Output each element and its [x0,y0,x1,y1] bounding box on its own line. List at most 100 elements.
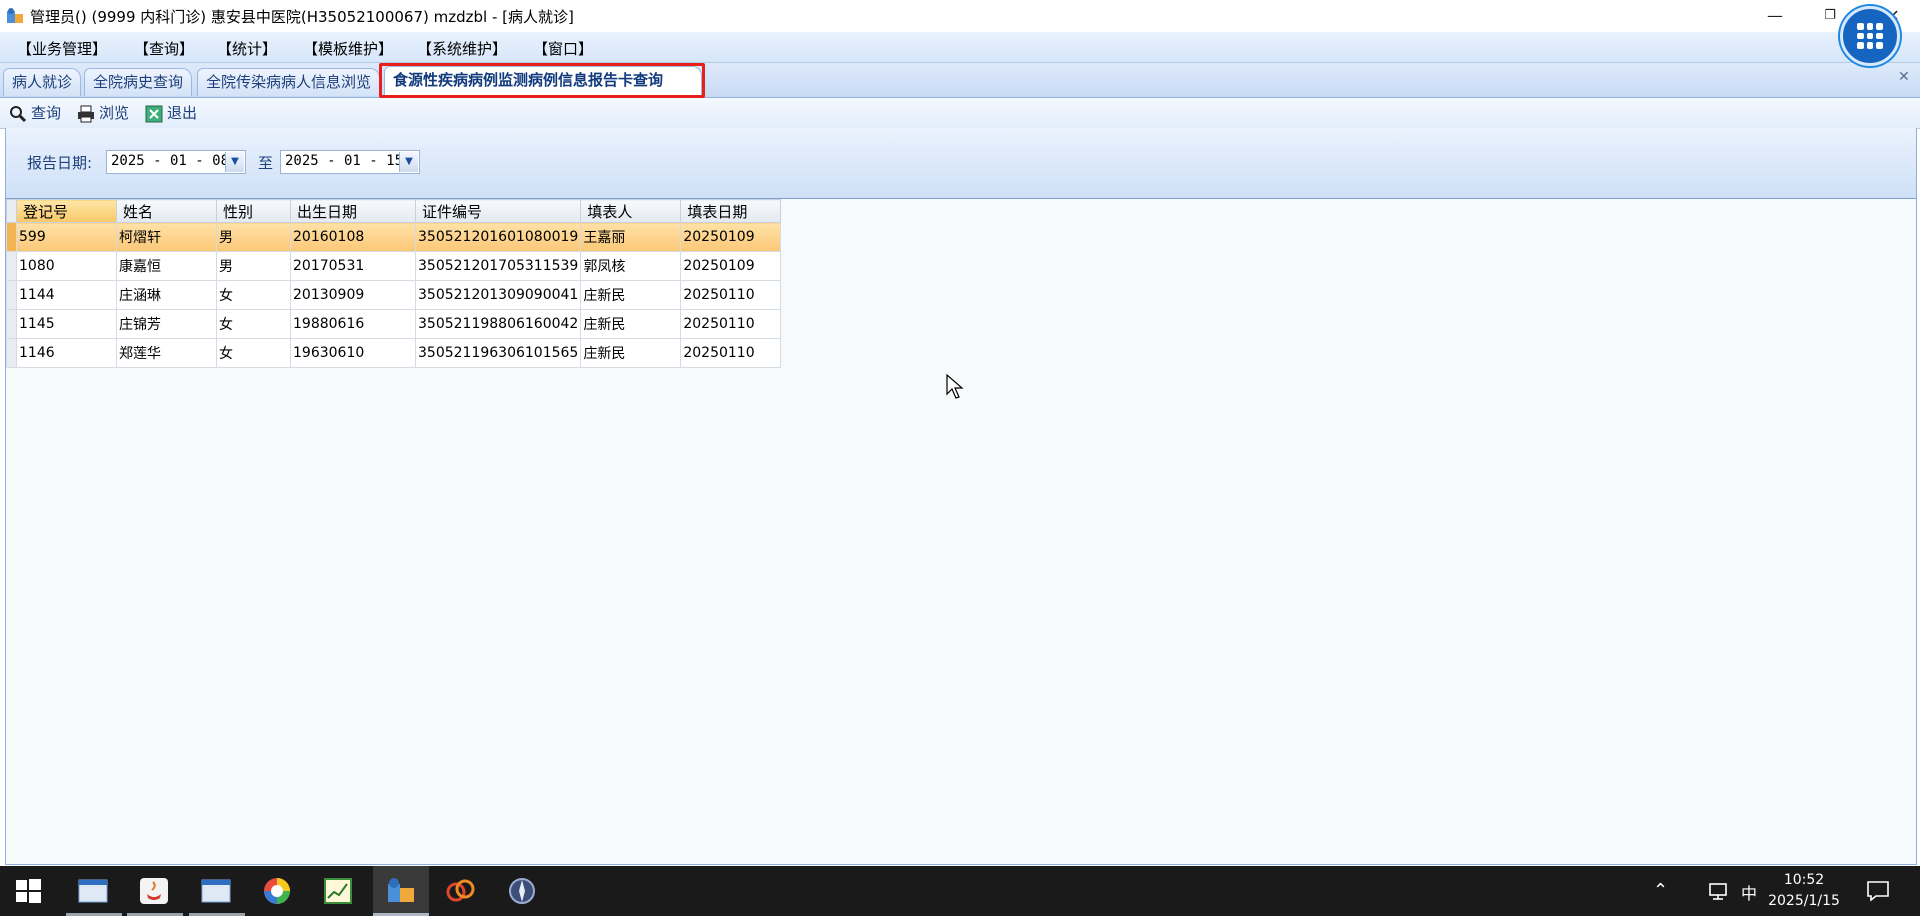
cell-id-no[interactable]: 350521198806160042 [414,309,582,339]
ime-indicator[interactable]: 中 [1741,880,1757,904]
table-row[interactable]: 1080 康嘉恒 男 20170531 350521201705311539 郭… [6,251,782,281]
clock[interactable]: 10:52 2025/1/15 [1766,870,1842,912]
cell-birth[interactable]: 20160108 [290,222,416,252]
app-window-icon[interactable] [77,876,109,906]
cell-reg-no[interactable]: 1144 [16,280,117,310]
menu-business[interactable]: 【业务管理】 [17,38,107,59]
tab-patient-visit[interactable]: 病人就诊 [3,68,82,96]
tab-infectious-browse[interactable]: 全院传染病病人信息浏览 [197,68,381,96]
app-launcher-button[interactable] [1840,6,1900,66]
cell-sex[interactable]: 男 [216,251,291,281]
cell-fill-date[interactable]: 20250110 [680,338,782,368]
magnifier-icon [10,105,27,122]
mouse-cursor-icon [946,374,964,399]
tab-bar: 病人就诊 全院病史查询 全院传染病病人信息浏览 食源性疾病病例监测病例信息报告卡… [0,63,1920,148]
cell-id-no[interactable]: 350521201705311539 [414,251,582,281]
to-label: 至 [258,154,274,172]
window-title: 管理员() (9999 内科门诊) 惠安县中医院(H35052100067) m… [30,8,574,26]
date-from-value: 2025 - 01 - 08 [111,153,230,169]
col-filler[interactable]: 填表人 [580,199,682,223]
cell-fill-date[interactable]: 20250109 [680,251,782,281]
cell-birth[interactable]: 20170531 [290,251,416,281]
report-date-label: 报告日期: [27,154,93,172]
cell-name[interactable]: 康嘉恒 [116,251,217,281]
table-header: 登记号 姓名 性别 出生日期 证件编号 填表人 填表日期 [6,199,782,223]
cell-fill-date[interactable]: 20250110 [680,280,782,310]
browse-button[interactable]: 浏览 [77,102,129,124]
notification-icon[interactable] [1866,880,1890,902]
compass-app-icon[interactable] [506,876,538,906]
date-from-picker[interactable]: 2025 - 01 - 08 ▼ [106,150,246,174]
cell-filler[interactable]: 郭凤核 [580,251,682,281]
cell-id-no[interactable]: 350521201309090041 [414,280,582,310]
cell-filler[interactable]: 王嘉丽 [580,222,682,252]
cell-fill-date[interactable]: 20250109 [680,222,782,252]
cell-reg-no[interactable]: 599 [16,222,117,252]
col-sex[interactable]: 性别 [216,199,291,223]
tab-close-icon[interactable]: ✕ [1898,69,1910,85]
table-row[interactable]: 1146 郑莲华 女 19630610 350521196306101565 庄… [6,338,782,368]
row-indicator [6,222,17,252]
cell-filler[interactable]: 庄新民 [580,338,682,368]
grid-icon [1857,23,1883,49]
title-bar: 管理员() (9999 内科门诊) 惠安县中医院(H35052100067) m… [0,0,1920,32]
toolbar: 查询 浏览 退出 [0,98,1920,129]
menu-template[interactable]: 【模板维护】 [303,38,393,59]
cell-name[interactable]: 柯熠轩 [116,222,217,252]
cell-sex[interactable]: 男 [216,222,291,252]
cell-filler[interactable]: 庄新民 [580,280,682,310]
col-id-no[interactable]: 证件编号 [414,199,582,223]
minimize-button[interactable]: — [1760,4,1790,28]
cell-birth[interactable]: 20130909 [290,280,416,310]
col-name[interactable]: 姓名 [116,199,217,223]
app-window-icon[interactable] [200,876,232,906]
taskbar: ⌃ 中 10:52 2025/1/15 [0,866,1920,916]
restore-button[interactable]: ❐ [1815,4,1845,28]
circles-app-icon[interactable] [445,876,477,906]
exit-button[interactable]: 退出 [145,102,197,124]
cell-name[interactable]: 庄涵琳 [116,280,217,310]
cell-sex[interactable]: 女 [216,280,291,310]
menu-window[interactable]: 【窗口】 [533,38,593,59]
tab-history-query[interactable]: 全院病史查询 [84,68,193,96]
clock-date: 2025/1/15 [1768,893,1840,909]
cell-reg-no[interactable]: 1080 [16,251,117,281]
chevron-down-icon[interactable]: ▼ [225,152,244,172]
cell-id-no[interactable]: 350521196306101565 [414,338,582,368]
col-reg-no[interactable]: 登记号 [16,199,117,223]
row-indicator [6,338,17,368]
printer-icon [78,105,94,122]
show-hidden-icons-icon[interactable]: ⌃ [1653,880,1668,901]
menu-system[interactable]: 【系统维护】 [417,38,507,59]
java-app-icon[interactable] [138,876,170,906]
cell-birth[interactable]: 19630610 [290,338,416,368]
col-fill-date[interactable]: 填表日期 [680,199,782,223]
filter-panel: 报告日期: 2025 - 01 - 08 ▼ 至 2025 - 01 - 15 … [5,128,1917,200]
col-birth-date[interactable]: 出生日期 [290,199,416,223]
menu-statistics[interactable]: 【统计】 [217,38,277,59]
cell-birth[interactable]: 19880616 [290,309,416,339]
table-row[interactable]: 599 柯熠轩 男 20160108 350521201601080019 王嘉… [6,222,782,252]
cell-id-no[interactable]: 350521201601080019 [414,222,582,252]
query-button[interactable]: 查询 [9,102,61,124]
windows-start-icon[interactable] [14,876,42,906]
menu-query[interactable]: 【查询】 [134,38,194,59]
cell-name[interactable]: 郑莲华 [116,338,217,368]
chart-app-icon[interactable] [322,876,354,906]
cell-fill-date[interactable]: 20250110 [680,309,782,339]
table-row[interactable]: 1145 庄锦芳 女 19880616 350521198806160042 庄… [6,309,782,339]
cell-reg-no[interactable]: 1146 [16,338,117,368]
tab-highlight-box [379,63,705,98]
app-icon [7,8,23,23]
network-icon[interactable] [1708,881,1730,901]
color-wheel-icon[interactable] [261,876,293,906]
cell-sex[interactable]: 女 [216,338,291,368]
date-to-picker[interactable]: 2025 - 01 - 15 ▼ [280,150,420,174]
chevron-down-icon[interactable]: ▼ [399,152,418,172]
cell-filler[interactable]: 庄新民 [580,309,682,339]
cell-reg-no[interactable]: 1145 [16,309,117,339]
cell-name[interactable]: 庄锦芳 [116,309,217,339]
cell-sex[interactable]: 女 [216,309,291,339]
his-app-icon[interactable] [385,876,417,906]
table-row[interactable]: 1144 庄涵琳 女 20130909 350521201309090041 庄… [6,280,782,310]
